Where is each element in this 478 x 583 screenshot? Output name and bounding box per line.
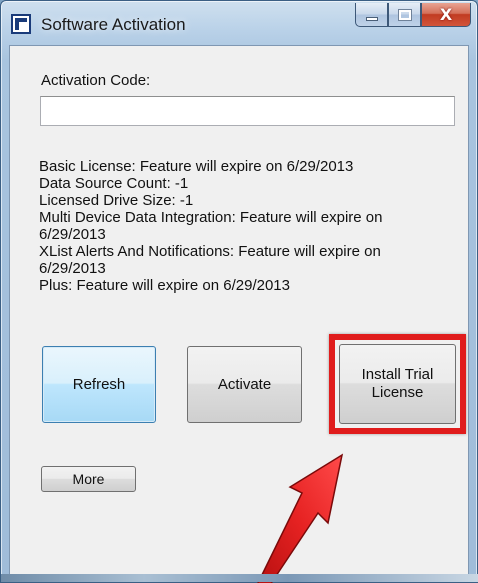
refresh-button[interactable]: Refresh — [42, 346, 156, 423]
dialog-client-area: Activation Code: Basic License: Feature … — [9, 45, 469, 583]
minimize-icon — [365, 16, 378, 21]
license-line-data-source-count: Data Source Count: -1 — [39, 175, 189, 192]
license-line-multi-device: Multi Device Data Integration: Feature w… — [39, 209, 383, 243]
close-button[interactable]: X — [421, 3, 471, 27]
license-line-drive-size: Licensed Drive Size: -1 — [39, 192, 194, 209]
activate-button[interactable]: Activate — [187, 346, 302, 423]
activation-code-input[interactable] — [40, 96, 455, 126]
license-line-basic: Basic License: Feature will expire on 6/… — [39, 158, 354, 175]
software-activation-window: Software Activation X Activation Code: B… — [0, 0, 478, 583]
taskbar-strip — [1, 574, 478, 582]
maximize-button[interactable] — [388, 3, 421, 27]
window-title: Software Activation — [41, 15, 186, 34]
maximize-icon — [397, 8, 412, 21]
license-line-plus: Plus: Feature will expire on 6/29/2013 — [39, 277, 290, 294]
license-line-xlist-alerts: XList Alerts And Notifications: Feature … — [39, 243, 381, 277]
title-bar[interactable]: Software Activation X — [1, 1, 477, 45]
install-trial-license-label: Install Trial License — [361, 366, 434, 401]
arrow-shape — [257, 453, 344, 583]
annotation-arrow-icon — [257, 453, 344, 583]
caption-buttons: X — [355, 3, 471, 29]
more-button[interactable]: More — [41, 466, 136, 492]
activation-code-label: Activation Code: — [41, 72, 151, 89]
license-info-text: Basic License: Feature will expire on 6/… — [39, 158, 449, 294]
close-icon: X — [439, 5, 453, 24]
app-icon — [11, 14, 31, 34]
minimize-button[interactable] — [355, 3, 388, 27]
install-trial-license-button[interactable]: Install Trial License — [339, 344, 456, 424]
